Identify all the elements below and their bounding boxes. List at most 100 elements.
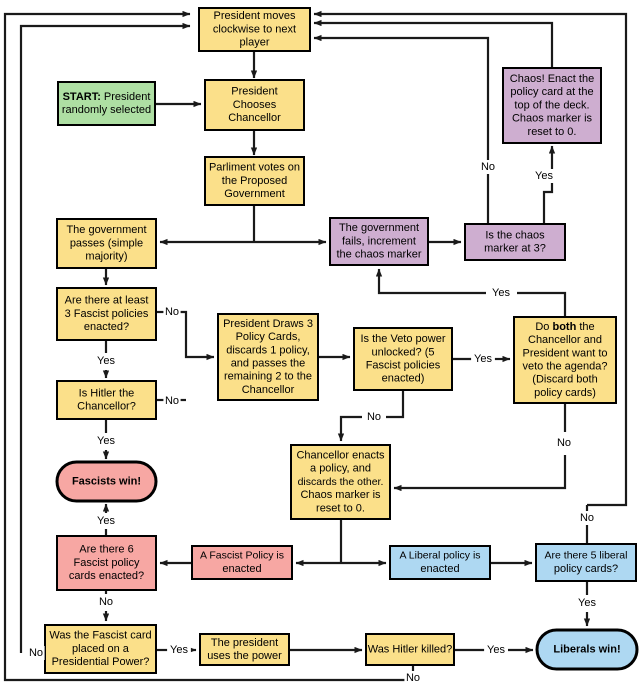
edge-label-no-three-fascist: No	[163, 305, 181, 319]
flowchart-svg: President movesclockwise to next player ST…	[3, 7, 639, 685]
node-liberals_win: Liberals win!	[535, 628, 639, 671]
node-label-line: A Liberal policy is	[399, 550, 480, 562]
edge-label-text: No	[29, 647, 43, 659]
edge-label-yes-five-liberal: Yes	[575, 596, 599, 610]
edge-label-text: Yes	[170, 644, 188, 656]
node-label-line: Chancellor	[242, 384, 295, 396]
node-label-line: placed on a	[72, 643, 130, 655]
edge-label-yes-three-fascist: Yes	[94, 354, 118, 368]
node-label-line: 3 Fascist policies	[65, 308, 149, 320]
node-label-line: Chancellor	[228, 112, 281, 124]
flowchart-canvas: President moves clockwise to next player ST…	[0, 0, 640, 688]
edge-label-text: Yes	[492, 287, 510, 299]
edge-label-text: No	[165, 395, 179, 407]
edge-label-no-hitler-chancellor: No	[163, 394, 181, 408]
node-label-line: Chancellor and	[528, 334, 602, 346]
edge-label-yes-presidential-power: Yes	[167, 643, 191, 657]
node-label-line: Are there at least	[65, 295, 149, 307]
node-do_both_veto: Do both theChancellor andPresident want …	[513, 316, 617, 404]
node-label-line: enacted)	[382, 373, 425, 385]
edge-label-text: No	[481, 161, 495, 173]
edge-label-yes-chaos-at-3: Yes	[532, 169, 556, 183]
node-label-line: Fascists win!	[72, 475, 141, 487]
node-label-line: Chaos marker is	[512, 113, 593, 125]
edge-label-text: Yes	[487, 644, 505, 656]
node-label-line: the Proposed	[222, 175, 287, 187]
node-label-line: enacted?	[84, 321, 129, 333]
node-label-line: reset to 0.	[528, 126, 577, 138]
node-label-line: The government	[339, 222, 419, 234]
node-label-line: The government	[66, 224, 146, 236]
node-label-line: A Fascist Policy is	[200, 550, 284, 562]
node-fascist_policy_enacted: A Fascist Policy isenacted	[191, 545, 293, 580]
node-veto_unlocked: Is the Veto powerunlocked? (5 Fascist pol…	[353, 327, 453, 391]
node-label-line: remaining 2 to the	[224, 371, 312, 383]
edge-label-text: Yes	[578, 597, 596, 609]
node-parliment_votes: Parliment votes onthe ProposedGovernment	[204, 156, 305, 206]
node-six_fascist: Are there 6Fascist policycards enacted?	[56, 535, 157, 591]
node-label-line: Chooses	[233, 99, 277, 111]
edge-label-no-do-both-veto: No	[555, 436, 573, 450]
edge-label-yes-veto-to-gov-fails: Yes	[489, 286, 513, 300]
node-label-line: player	[240, 37, 270, 49]
node-gov_fails: The governmentfails, increment the chaos …	[329, 217, 429, 266]
node-chaos_enact: Chaos! Enact thepolicy card at thetop of…	[502, 67, 602, 144]
edge-label-text: Yes	[474, 353, 492, 365]
node-label-line: marker at 3?	[484, 243, 546, 255]
node-draws_three: President Draws 3Policy Cards,discards 1…	[217, 313, 319, 401]
node-label-line: Chaos! Enact the	[510, 73, 594, 85]
node-label-line: Was Hitler killed?	[368, 643, 453, 655]
edge-label-text: Yes	[97, 515, 115, 527]
node-hitler_chancellor: Is Hitler the Chancellor?	[56, 380, 157, 420]
edge-label-text: No	[557, 437, 571, 449]
node-label-line: enacted	[222, 563, 261, 575]
node-label-line: Parliment votes on	[209, 162, 300, 174]
node-label-line: enacted	[420, 563, 459, 575]
edge-label-yes-hitler-killed: Yes	[484, 643, 508, 657]
node-label-line: policy cards?	[554, 563, 618, 575]
node-hitler_killed: Was Hitler killed?	[365, 633, 455, 666]
edge-label-yes-six-fascist: Yes	[94, 514, 118, 528]
edge-label-no-presidential-power: No	[27, 646, 45, 660]
node-label-line: Fascist policy	[73, 557, 140, 569]
node-label-line: Was the Fascist card	[49, 630, 151, 642]
edge-label-text: Yes	[97, 355, 115, 367]
edge-label-no-five-liberal: No	[578, 511, 596, 525]
node-label-line: President want to	[523, 347, 608, 359]
node-label-line: cards enacted?	[69, 570, 144, 582]
node-presidential_power: Was the Fascist cardplaced on aPresident…	[44, 624, 157, 674]
edge-veto-no-b	[337, 415, 362, 442]
edge-label-text: No	[165, 306, 179, 318]
node-label-line: fails, increment	[342, 235, 416, 247]
node-president_moves: President movesclockwise to next player	[198, 7, 311, 52]
node-five_liberal: Are there 5 liberalpolicy cards?	[535, 543, 637, 582]
edge-enact-to-moves	[313, 19, 554, 68]
node-label-line: (Discard both	[532, 374, 597, 386]
node-label-line: majority)	[85, 251, 127, 263]
node-label-line: policy cards)	[534, 387, 596, 399]
node-label-line: randomly selected	[62, 104, 151, 116]
node-fascists_win: Fascists win!	[55, 460, 158, 503]
node-label-line: top of the deck.	[514, 99, 589, 111]
node-label-line: Chaos marker is	[300, 489, 381, 501]
node-label-line: Fascist policies	[366, 360, 441, 372]
edge-doboth-yes-b	[375, 268, 486, 295]
node-label-line: a policy, and	[310, 463, 371, 475]
node-chooses_chancellor: PresidentChoosesChancellor	[204, 79, 305, 131]
edge-label-text: No	[580, 512, 594, 524]
edge-label-no-six-fascist: No	[97, 595, 115, 609]
edge-label-no-veto-unlocked: No	[365, 410, 383, 424]
edge-threefascist-no-b	[180, 310, 215, 361]
node-chaos_at_3: Is the chaos marker at 3?	[464, 223, 566, 261]
node-label-line: discards 1 policy,	[226, 344, 310, 356]
edge-label-text: No	[367, 411, 381, 423]
node-three_fascist: Are there at least3 Fascist policiesenac…	[56, 287, 157, 341]
node-label-line: President Draws 3	[223, 318, 313, 330]
node-label-line: passes (simple	[70, 237, 143, 249]
node-label-line: the chaos marker	[337, 249, 422, 261]
node-label-line: discards the other.	[298, 476, 384, 488]
nodes: President movesclockwise to next player ST…	[44, 7, 639, 674]
node-label-line: veto the agenda?	[522, 361, 607, 373]
node-label-line: The president	[211, 637, 278, 649]
edge-label-no-chaos-at-3: No	[479, 160, 497, 174]
